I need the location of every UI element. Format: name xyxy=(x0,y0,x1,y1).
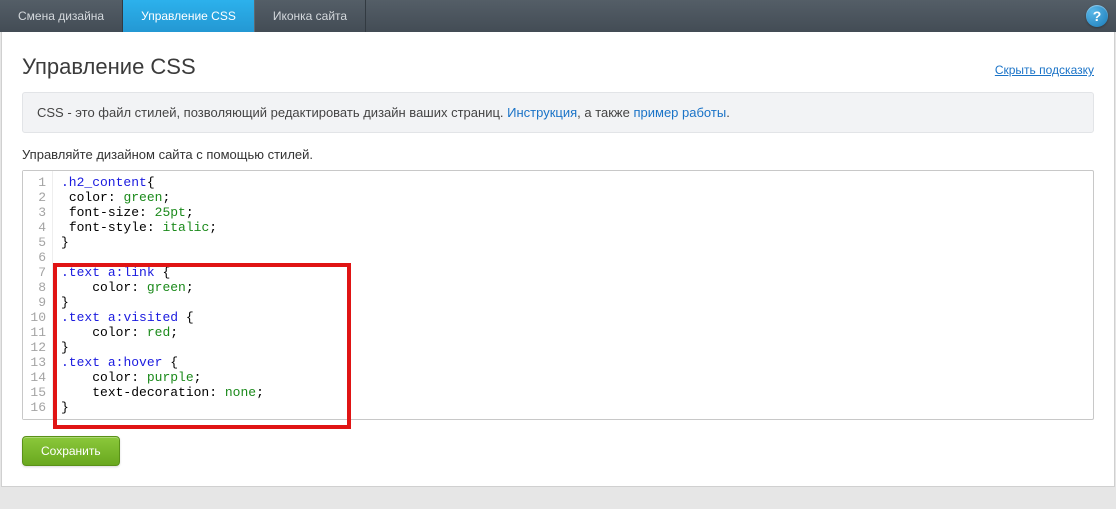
code-line: font-size: 25pt; xyxy=(61,205,1085,220)
line-gutter: 12345678910111213141516 xyxy=(23,171,53,419)
main-panel: Управление CSS Скрыть подсказку CSS - эт… xyxy=(1,32,1115,487)
page-title: Управление CSS xyxy=(22,54,196,80)
code-line xyxy=(61,250,1085,265)
css-editor[interactable]: 12345678910111213141516 .h2_content{ col… xyxy=(22,170,1094,420)
tab-0[interactable]: Смена дизайна xyxy=(0,0,123,32)
save-button[interactable]: Сохранить xyxy=(22,436,120,466)
code-line: .text a:hover { xyxy=(61,355,1085,370)
tab-1[interactable]: Управление CSS xyxy=(123,0,254,32)
code-line: color: green; xyxy=(61,190,1085,205)
code-line: } xyxy=(61,295,1085,310)
code-line: font-style: italic; xyxy=(61,220,1085,235)
info-prefix: CSS - это файл стилей, позволяющий редак… xyxy=(37,105,507,120)
hide-hint-link[interactable]: Скрыть подсказку xyxy=(995,63,1094,77)
code-line: } xyxy=(61,235,1085,250)
instruction-link[interactable]: Инструкция xyxy=(507,105,577,120)
info-suffix: . xyxy=(726,105,730,120)
editor-caption: Управляйте дизайном сайта с помощью стил… xyxy=(22,147,1094,162)
info-mid: , а также xyxy=(577,105,633,120)
code-line: text-decoration: none; xyxy=(61,385,1085,400)
code-line: .text a:link { xyxy=(61,265,1085,280)
tab-2[interactable]: Иконка сайта xyxy=(254,0,366,32)
code-line: .text a:visited { xyxy=(61,310,1085,325)
info-box: CSS - это файл стилей, позволяющий редак… xyxy=(22,92,1094,133)
tabbar: Смена дизайнаУправление CSSИконка сайта … xyxy=(0,0,1116,32)
code-line: color: green; xyxy=(61,280,1085,295)
help-icon[interactable]: ? xyxy=(1086,5,1108,27)
code-line: } xyxy=(61,340,1085,355)
code-area[interactable]: .h2_content{ color: green; font-size: 25… xyxy=(53,171,1093,419)
page-root: Смена дизайнаУправление CSSИконка сайта … xyxy=(0,0,1116,487)
code-line: .h2_content{ xyxy=(61,175,1085,190)
example-link[interactable]: пример работы xyxy=(633,105,726,120)
code-line: } xyxy=(61,400,1085,415)
code-line: color: red; xyxy=(61,325,1085,340)
panel-head: Управление CSS Скрыть подсказку xyxy=(2,32,1114,92)
code-line: color: purple; xyxy=(61,370,1085,385)
